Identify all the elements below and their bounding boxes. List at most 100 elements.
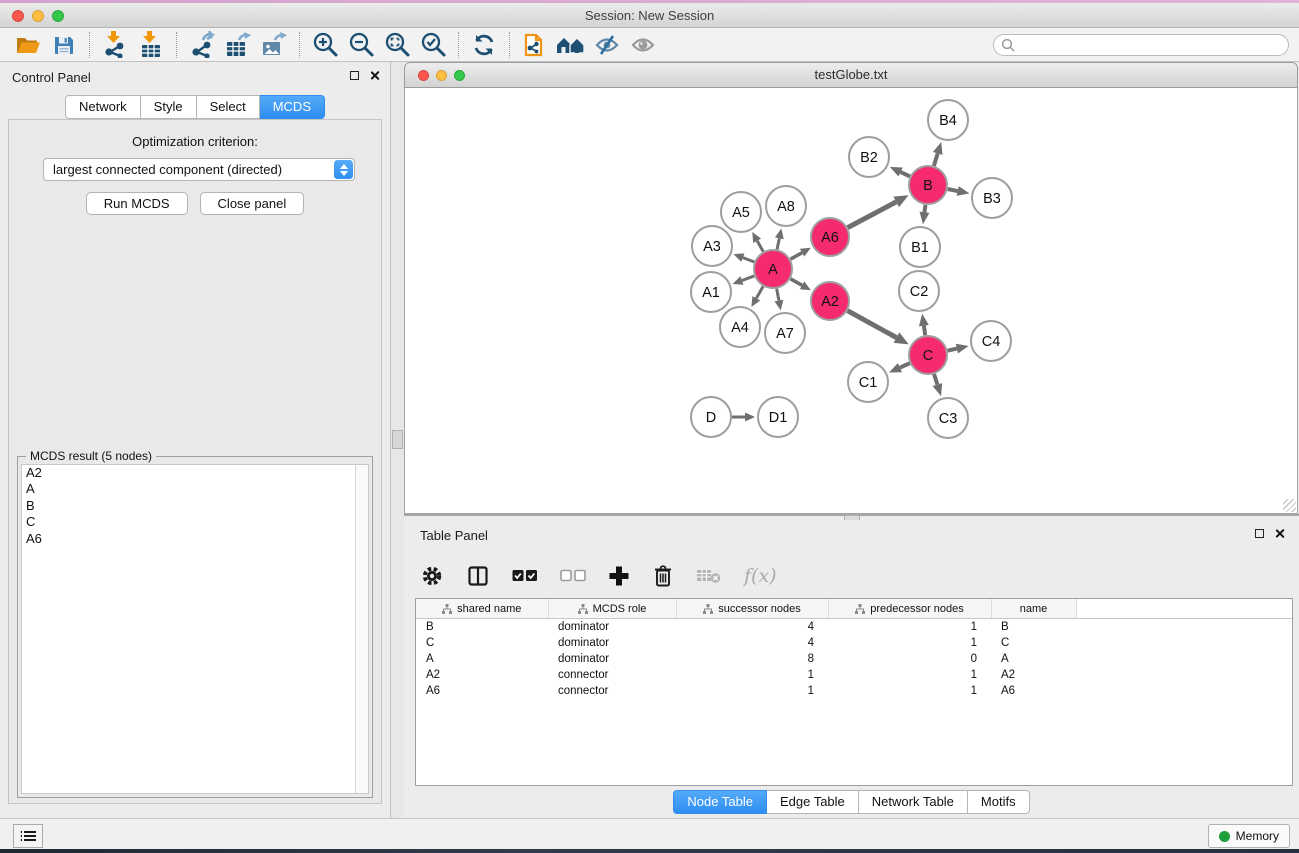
graph-edge-A2-C[interactable] — [848, 311, 897, 338]
delete-table-icon[interactable] — [696, 567, 722, 585]
result-list-item[interactable]: C — [22, 514, 368, 530]
column-header-successor-nodes[interactable]: successor nodes — [676, 599, 828, 619]
graph-node-B1[interactable]: B1 — [900, 227, 940, 267]
gear-icon[interactable] — [420, 564, 444, 588]
import-table-icon[interactable] — [133, 31, 169, 59]
result-list-item[interactable]: A6 — [22, 531, 368, 547]
graph-edge-A-A1[interactable] — [742, 276, 754, 281]
column-header-shared-name[interactable]: shared name — [416, 599, 548, 619]
graph-node-B3[interactable]: B3 — [972, 178, 1012, 218]
deselect-all-icon[interactable] — [560, 569, 586, 583]
graph-node-A1[interactable]: A1 — [691, 272, 731, 312]
search-text-field[interactable] — [1019, 37, 1281, 53]
mcds-result-list[interactable]: A2ABCA6 — [21, 464, 369, 794]
result-list-item[interactable]: B — [22, 498, 368, 514]
network-minimize-button[interactable] — [436, 70, 447, 81]
graph-node-B2[interactable]: B2 — [849, 137, 889, 177]
graph-edge-C-C1[interactable] — [900, 363, 910, 367]
network-zoom-button[interactable] — [454, 70, 465, 81]
table-row[interactable]: A2connector11A2 — [416, 667, 1292, 683]
graph-node-A[interactable]: A — [754, 250, 792, 288]
table-row[interactable]: Bdominator41B — [416, 619, 1292, 636]
graph-edge-B-B1[interactable] — [924, 205, 925, 212]
tab-motifs[interactable]: Motifs — [968, 790, 1030, 814]
graph-node-B4[interactable]: B4 — [928, 100, 968, 140]
graph-edge-A-A8[interactable] — [777, 238, 779, 249]
refresh-icon[interactable] — [466, 31, 502, 59]
result-list-item[interactable]: A — [22, 481, 368, 497]
network-graph[interactable]: B4 B2 B B3 A8A5 A6 A3 B1 A A1 C2 A2 A4A7 C4 C C1 C3 D D1 — [405, 88, 1296, 512]
column-browser-icon[interactable] — [466, 564, 490, 588]
search-input[interactable] — [993, 34, 1289, 56]
graph-edge-A6-B[interactable] — [848, 202, 897, 228]
graph-edge-A-A5[interactable] — [757, 241, 763, 252]
graph-edge-C-C2[interactable] — [924, 326, 925, 336]
graph-node-A7[interactable]: A7 — [765, 313, 805, 353]
close-panel-button[interactable]: Close panel — [200, 192, 305, 215]
graph-edge-B-B3[interactable] — [948, 189, 958, 191]
graph-node-A6[interactable]: A6 — [811, 218, 849, 256]
home-icon[interactable] — [553, 31, 589, 59]
graph-node-D1[interactable]: D1 — [758, 397, 798, 437]
graph-node-D[interactable]: D — [691, 397, 731, 437]
splitter-handle[interactable] — [392, 430, 403, 449]
graph-node-C1[interactable]: C1 — [848, 362, 888, 402]
tab-node-table[interactable]: Node Table — [673, 790, 767, 814]
window-resize-handle[interactable] — [1283, 499, 1296, 512]
zoom-window-button[interactable] — [52, 10, 64, 22]
add-column-icon[interactable] — [608, 565, 630, 587]
zoom-selected-icon[interactable] — [415, 31, 451, 59]
graph-node-B[interactable]: B — [909, 166, 947, 204]
tab-style[interactable]: Style — [141, 95, 197, 119]
float-panel-icon[interactable] — [350, 71, 359, 80]
zoom-in-icon[interactable] — [307, 31, 343, 59]
save-session-icon[interactable] — [46, 31, 82, 59]
export-network-icon[interactable] — [184, 31, 220, 59]
task-history-button[interactable] — [13, 824, 43, 848]
tab-network[interactable]: Network — [65, 95, 141, 119]
export-table-icon[interactable] — [220, 31, 256, 59]
graph-node-A3[interactable]: A3 — [692, 226, 732, 266]
node-table[interactable]: shared name MCDS role successor nodes pr… — [415, 598, 1293, 786]
tab-network-table[interactable]: Network Table — [859, 790, 968, 814]
run-mcds-button[interactable]: Run MCDS — [86, 192, 188, 215]
delete-column-icon[interactable] — [652, 564, 674, 588]
column-header-name[interactable]: name — [991, 599, 1076, 619]
hide-panel-icon[interactable] — [589, 31, 625, 59]
open-file-icon[interactable] — [10, 31, 46, 59]
table-row[interactable]: Adominator80A — [416, 651, 1292, 667]
graph-node-C3[interactable]: C3 — [928, 398, 968, 438]
graph-edge-C-C4[interactable] — [948, 349, 957, 351]
tab-edge-table[interactable]: Edge Table — [767, 790, 859, 814]
close-window-button[interactable] — [12, 10, 24, 22]
tab-mcds[interactable]: MCDS — [260, 95, 325, 119]
close-table-panel-icon[interactable] — [1274, 528, 1285, 539]
graph-node-C2[interactable]: C2 — [899, 271, 939, 311]
new-session-icon[interactable] — [517, 31, 553, 59]
criterion-dropdown[interactable]: largest connected component (directed) — [43, 158, 355, 181]
zoom-out-icon[interactable] — [343, 31, 379, 59]
float-table-panel-icon[interactable] — [1255, 529, 1264, 538]
export-image-icon[interactable] — [256, 31, 292, 59]
graph-node-C[interactable]: C — [909, 336, 947, 374]
graph-node-A8[interactable]: A8 — [766, 186, 806, 226]
import-network-icon[interactable] — [97, 31, 133, 59]
function-builder-icon[interactable]: f(x) — [744, 565, 777, 587]
graph-edge-A-A4[interactable] — [756, 286, 763, 298]
minimize-window-button[interactable] — [32, 10, 44, 22]
table-row[interactable]: A6connector11A6 — [416, 683, 1292, 699]
graph-edge-B-B4[interactable] — [934, 153, 938, 165]
column-header-mcds-role[interactable]: MCDS role — [548, 599, 676, 619]
memory-button[interactable]: Memory — [1208, 824, 1290, 848]
graph-node-A5[interactable]: A5 — [721, 192, 761, 232]
panel-splitter[interactable] — [391, 62, 404, 818]
graph-node-A4[interactable]: A4 — [720, 307, 760, 347]
result-list-scrollbar[interactable] — [355, 465, 368, 793]
table-row[interactable]: Cdominator41C — [416, 635, 1292, 651]
graph-edge-C-C3[interactable] — [934, 374, 937, 385]
graph-node-C4[interactable]: C4 — [971, 321, 1011, 361]
select-all-icon[interactable] — [512, 569, 538, 583]
graph-edge-A-A3[interactable] — [743, 258, 754, 262]
zoom-fit-icon[interactable] — [379, 31, 415, 59]
graph-node-A2[interactable]: A2 — [811, 282, 849, 320]
